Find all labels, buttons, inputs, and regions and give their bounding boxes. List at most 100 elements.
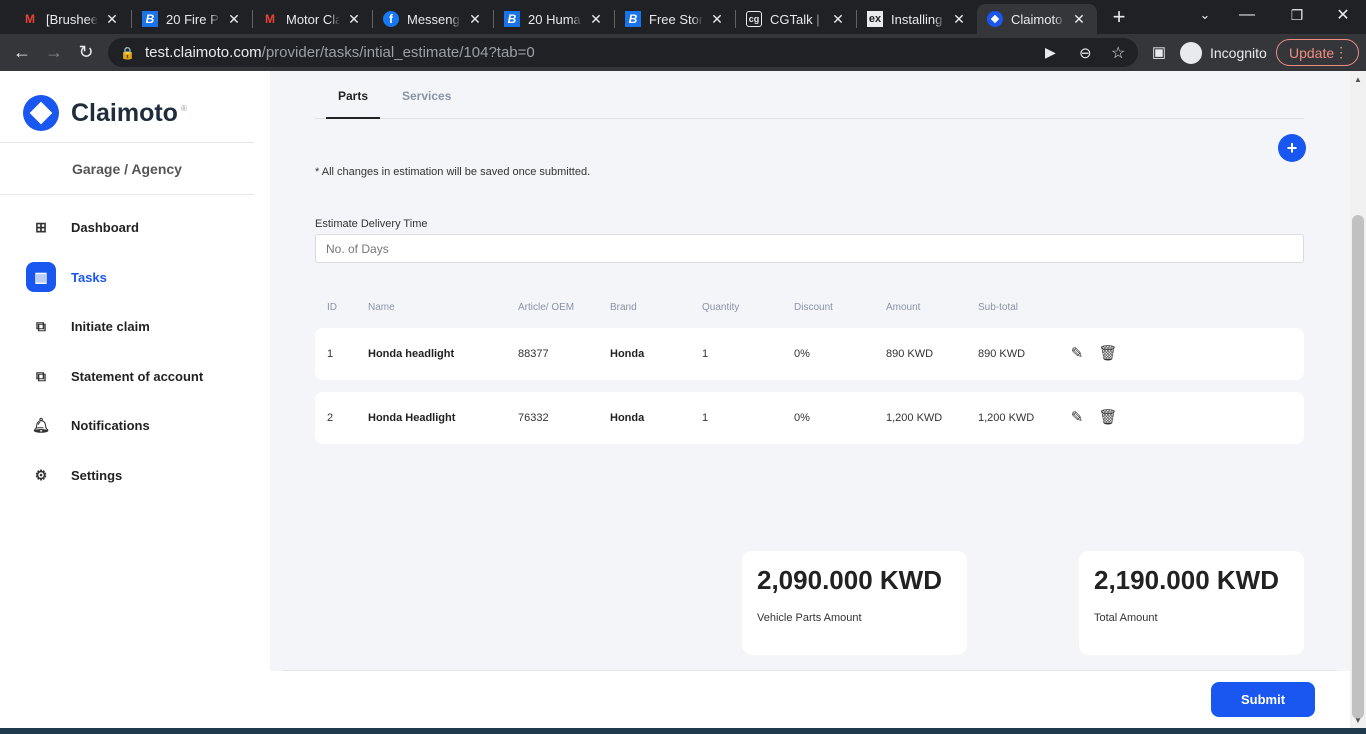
- column-header-discount: Discount: [794, 302, 833, 313]
- tab-services[interactable]: Services: [390, 89, 463, 119]
- scrollbar-thumb[interactable]: [1352, 215, 1364, 719]
- total-amount-card: 2,190.000 KWD Total Amount: [1079, 551, 1304, 655]
- gmail-icon: M: [265, 12, 275, 26]
- forward-icon[interactable]: →: [43, 41, 65, 63]
- tasks-icon: ▥: [26, 262, 56, 292]
- url-path: /provider/tasks/intial_estimate/104?tab=…: [261, 44, 535, 61]
- edit-icon[interactable]: ✎: [1068, 408, 1086, 426]
- zoom-icon[interactable]: ⊖: [1079, 44, 1092, 62]
- sidebar-item-dashboard[interactable]: ⊞ Dashboard: [26, 212, 139, 242]
- browser-tab[interactable]: M Motor Clai ✕: [252, 4, 372, 34]
- sidebar-item-settings[interactable]: ⚙ Settings: [26, 460, 123, 490]
- cell-name: Honda headlight: [368, 348, 455, 360]
- browser-tab[interactable]: M [Brusheezy ✕: [12, 4, 130, 34]
- sidebar-item-label: Initiate claim: [71, 318, 150, 334]
- save-note: * All changes in estimation will be save…: [315, 166, 591, 178]
- cell-name: Honda Headlight: [368, 412, 456, 424]
- b-icon: B: [504, 11, 520, 27]
- main-content: Parts Services + * All changes in estima…: [270, 71, 1350, 671]
- tab-title: 20 Fire PS: [166, 11, 220, 27]
- close-icon[interactable]: ✕: [951, 11, 967, 28]
- delete-icon[interactable]: 🗑︎: [1098, 408, 1117, 426]
- browser-tab[interactable]: f Messenger ✕: [373, 4, 493, 34]
- cell-amount: 890 KWD: [886, 348, 934, 360]
- sidebar-item-initiate-claim[interactable]: ⧉ Initiate claim: [26, 311, 150, 341]
- add-part-button[interactable]: +: [1278, 134, 1306, 162]
- address-bar[interactable]: 🔒 test.claimoto.com/provider/tasks/intia…: [108, 38, 1138, 67]
- tab-title: 20 Human: [528, 11, 582, 27]
- claimoto-logo-icon: [23, 95, 59, 131]
- close-icon[interactable]: ✕: [588, 11, 604, 28]
- sidebar-item-label: Tasks: [71, 269, 107, 285]
- browser-toolbar: ← → ↻ 🔒 test.claimoto.com/provider/tasks…: [0, 34, 1366, 71]
- incognito-icon: [1180, 41, 1202, 64]
- b-icon: B: [625, 11, 641, 27]
- close-icon[interactable]: ✕: [1071, 11, 1087, 28]
- scroll-down-icon[interactable]: ▼: [1354, 716, 1362, 725]
- restore-icon[interactable]: ❐: [1286, 4, 1308, 26]
- taskbar: [0, 728, 1366, 734]
- browser-tab[interactable]: cg CGTalk | W ✕: [736, 4, 856, 34]
- page-tabs: Parts Services: [315, 83, 1304, 119]
- incognito-label: Incognito: [1210, 44, 1267, 61]
- close-icon[interactable]: ✕: [830, 11, 846, 28]
- sidebar-item-notifications[interactable]: 🔔︎ Notifications: [26, 410, 150, 440]
- scrollbar[interactable]: ▲ ▼: [1350, 71, 1366, 734]
- tab-title: [Brusheezy: [46, 11, 98, 27]
- sidepanel-icon[interactable]: ▣: [1148, 41, 1170, 63]
- column-header-id: ID: [327, 302, 337, 313]
- update-label: Update: [1289, 44, 1335, 61]
- delete-icon[interactable]: 🗑︎: [1098, 344, 1117, 362]
- close-icon[interactable]: ✕: [709, 11, 725, 28]
- tab-search-icon[interactable]: ⌄: [1194, 4, 1216, 26]
- submit-button[interactable]: Submit: [1211, 682, 1315, 717]
- tab-title: Free Stone: [649, 11, 703, 27]
- browser-tab[interactable]: ex Installing E ✕: [857, 4, 977, 34]
- close-icon[interactable]: ✕: [346, 11, 362, 28]
- cell-oem: 76332: [518, 412, 549, 424]
- browser-tab-active[interactable]: Claimoto ✕: [977, 4, 1097, 34]
- dashboard-icon: ⊞: [35, 218, 47, 235]
- sidebar-item-tasks[interactable]: ▥ Tasks: [26, 262, 107, 292]
- sidebar-item-statement[interactable]: ⧉ Statement of account: [26, 361, 203, 391]
- cell-subtotal: 890 KWD: [978, 348, 1026, 360]
- column-header-amount: Amount: [886, 302, 921, 313]
- cell-quantity: 1: [702, 412, 709, 424]
- close-icon[interactable]: ✕: [467, 11, 483, 28]
- window-close-icon[interactable]: ✕: [1332, 4, 1354, 26]
- browser-tab[interactable]: B 20 Fire PS ✕: [132, 4, 252, 34]
- column-header-brand: Brand: [610, 302, 637, 313]
- sidebar-item-label: Notifications: [71, 417, 150, 433]
- browser-tab[interactable]: B Free Stone ✕: [615, 4, 735, 34]
- claim-icon: ⧉: [36, 317, 46, 334]
- new-tab-icon[interactable]: +: [1108, 4, 1130, 29]
- statement-icon: ⧉: [36, 367, 46, 384]
- back-icon[interactable]: ←: [11, 41, 33, 63]
- scroll-up-icon[interactable]: ▲: [1354, 75, 1362, 84]
- gmail-icon: M: [25, 12, 35, 26]
- estimate-days-input[interactable]: [315, 234, 1304, 263]
- close-icon[interactable]: ✕: [226, 11, 242, 28]
- b-icon: B: [142, 11, 158, 27]
- close-icon[interactable]: ✕: [104, 11, 120, 28]
- sidebar: Claimoto ® Garage / Agency ⊞ Dashboard ▥…: [0, 71, 270, 734]
- cell-id: 2: [327, 412, 334, 424]
- gear-icon: ⚙: [34, 466, 48, 483]
- vehicle-parts-amount-card: 2,090.000 KWD Vehicle Parts Amount: [742, 551, 967, 655]
- column-header-name: Name: [368, 302, 395, 313]
- camera-icon[interactable]: ▶: [1045, 44, 1056, 61]
- sidebar-item-label: Dashboard: [71, 219, 139, 235]
- brand-logo[interactable]: Claimoto ®: [23, 95, 187, 131]
- url-host: test.claimoto.com: [144, 44, 262, 61]
- browser-tab[interactable]: B 20 Human ✕: [494, 4, 614, 34]
- update-button[interactable]: Update ⋮: [1276, 39, 1359, 66]
- star-icon[interactable]: ☆: [1111, 43, 1125, 63]
- sidebar-item-label: Settings: [71, 467, 123, 483]
- messenger-icon: f: [383, 11, 399, 27]
- reload-icon[interactable]: ↻: [75, 41, 97, 63]
- edit-icon[interactable]: ✎: [1068, 344, 1086, 362]
- cell-amount: 1,200 KWD: [886, 412, 943, 424]
- tab-title: Installing E: [891, 11, 945, 27]
- minimize-icon[interactable]: —: [1236, 4, 1258, 26]
- tab-parts[interactable]: Parts: [326, 89, 381, 119]
